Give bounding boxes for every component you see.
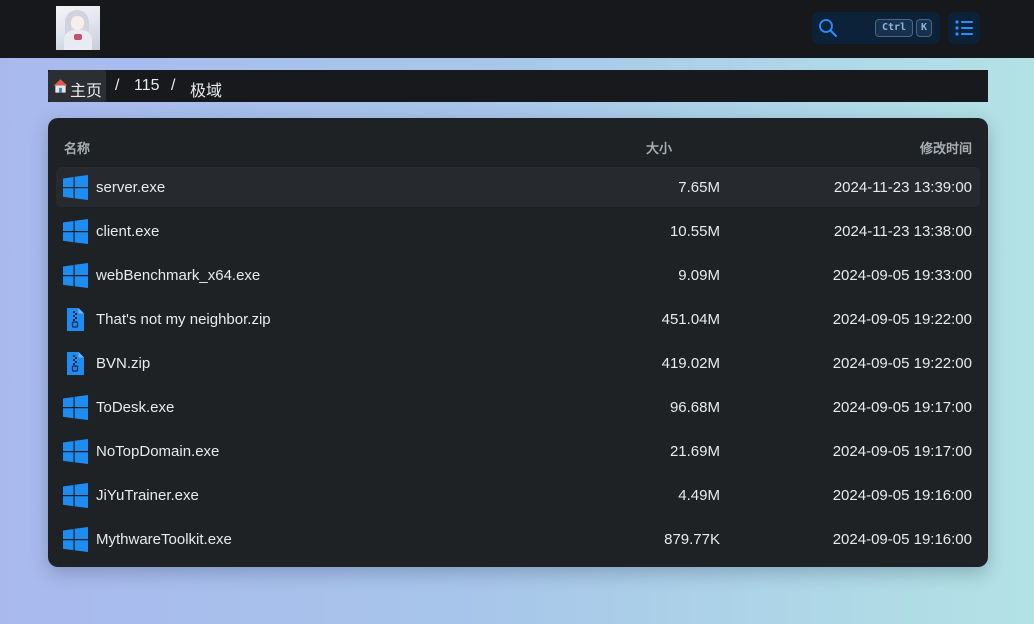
file-size: 96.68M <box>669 399 720 416</box>
file-name[interactable]: That's not my neighbor.zip <box>96 311 271 328</box>
file-row[interactable]: NoTopDomain.exe 21.69M 2024-09-05 19:17:00 <box>56 431 980 471</box>
shortcut-key-ctrl: Ctrl <box>875 19 913 37</box>
windows-icon <box>63 219 88 244</box>
file-name[interactable]: ToDesk.exe <box>96 399 174 416</box>
windows-icon <box>63 483 88 508</box>
file-row[interactable]: client.exe 10.55M 2024-11-23 13:38:00 <box>56 211 980 251</box>
column-header-time[interactable]: 修改时间 <box>920 138 972 157</box>
file-size: 10.55M <box>669 223 720 240</box>
windows-icon <box>63 527 88 552</box>
avatar[interactable] <box>56 6 100 50</box>
file-size: 21.69M <box>669 443 720 460</box>
menu-button[interactable] <box>948 12 980 44</box>
file-name[interactable]: client.exe <box>96 223 159 240</box>
file-modified-time: 2024-09-05 19:33:00 <box>832 267 972 284</box>
file-list-panel: 名称 大小 修改时间 server.exe 7.65M 2024-11-23 13:… <box>48 118 988 567</box>
file-modified-time: 2024-11-23 13:39:00 <box>833 179 972 196</box>
windows-icon <box>63 395 88 420</box>
file-size: 4.49M <box>678 487 720 504</box>
file-row[interactable]: JiYuTrainer.exe 4.49M 2024-09-05 19:16:00 <box>56 475 980 515</box>
file-name[interactable]: server.exe <box>96 179 165 196</box>
file-modified-time: 2024-09-05 19:16:00 <box>832 531 972 548</box>
breadcrumb-separator: / <box>171 77 176 94</box>
shortcut-key-k: K <box>916 19 932 37</box>
breadcrumb-item-115[interactable]: 115 <box>134 77 160 95</box>
windows-icon <box>63 263 88 288</box>
file-size: 451.04M <box>661 311 720 328</box>
windows-icon <box>63 175 88 200</box>
file-row[interactable]: BVN.zip 419.02M 2024-09-05 19:22:00 <box>56 343 980 383</box>
file-row[interactable]: server.exe 7.65M 2024-11-23 13:39:00 <box>56 167 980 207</box>
table-header: 名称 大小 修改时间 <box>48 118 988 166</box>
file-modified-time: 2024-09-05 19:17:00 <box>832 443 972 460</box>
windows-icon <box>63 439 88 464</box>
breadcrumb-separator: / <box>115 77 120 94</box>
breadcrumb-home[interactable]: 主页 <box>48 70 106 102</box>
search-icon <box>819 19 837 37</box>
file-modified-time: 2024-11-23 13:38:00 <box>833 223 972 240</box>
list-icon <box>955 20 973 36</box>
breadcrumb: 主页 / 115 / 极域 <box>48 70 988 102</box>
file-row[interactable]: ToDesk.exe 96.68M 2024-09-05 19:17:00 <box>56 387 980 427</box>
file-size: 9.09M <box>678 267 720 284</box>
file-row[interactable]: webBenchmark_x64.exe 9.09M 2024-09-05 19:3… <box>56 255 980 295</box>
column-header-name[interactable]: 名称 <box>64 138 90 157</box>
home-icon <box>53 79 68 93</box>
zip-file-icon <box>63 307 88 332</box>
file-name[interactable]: NoTopDomain.exe <box>96 443 219 460</box>
file-modified-time: 2024-09-05 19:22:00 <box>832 355 972 372</box>
breadcrumb-home-label: 主页 <box>70 83 103 100</box>
file-size: 7.65M <box>678 179 720 196</box>
top-bar: Ctrl K <box>0 0 1034 58</box>
column-header-size[interactable]: 大小 <box>646 138 672 157</box>
file-row[interactable]: That's not my neighbor.zip 451.04M 2024-09… <box>56 299 980 339</box>
file-name[interactable]: JiYuTrainer.exe <box>96 487 199 504</box>
file-size: 419.02M <box>661 355 720 372</box>
file-name[interactable]: webBenchmark_x64.exe <box>96 267 260 284</box>
file-modified-time: 2024-09-05 19:22:00 <box>832 311 972 328</box>
search-button[interactable]: Ctrl K <box>812 12 940 44</box>
file-name[interactable]: BVN.zip <box>96 355 150 372</box>
file-name[interactable]: MythwareToolkit.exe <box>96 531 232 548</box>
breadcrumb-item-current[interactable]: 极域 <box>190 77 222 101</box>
file-modified-time: 2024-09-05 19:17:00 <box>832 399 972 416</box>
file-modified-time: 2024-09-05 19:16:00 <box>832 487 972 504</box>
file-row[interactable]: MythwareToolkit.exe 879.77K 2024-09-05 19:… <box>56 519 980 559</box>
zip-file-icon <box>63 351 88 376</box>
file-size: 879.77K <box>664 531 720 548</box>
